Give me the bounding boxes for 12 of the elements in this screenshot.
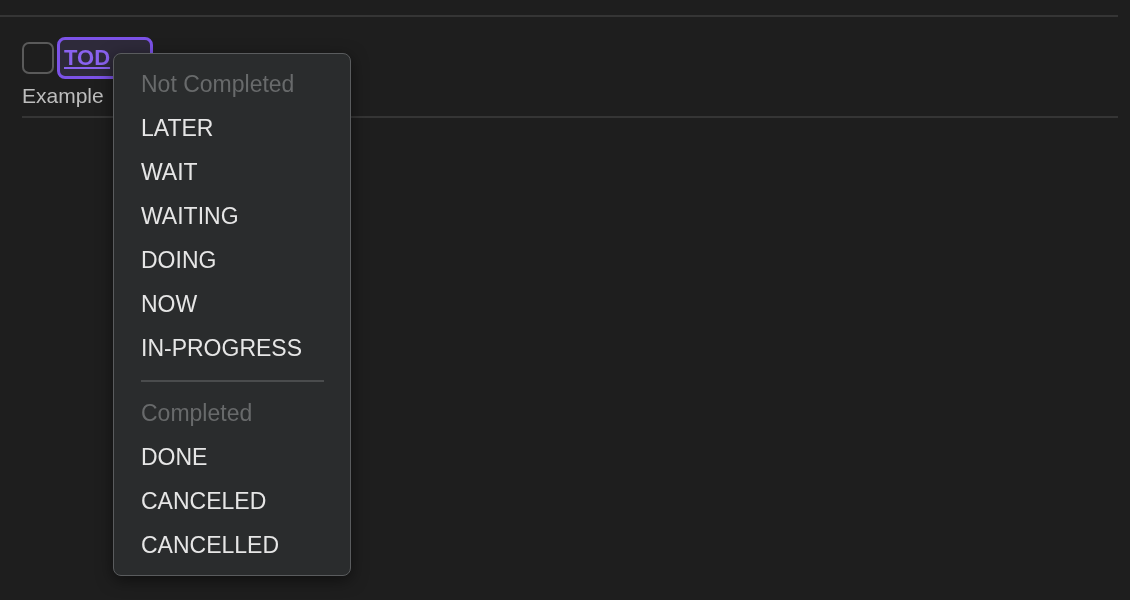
menu-item[interactable]: WAIT	[141, 158, 198, 186]
menu-item[interactable]: IN-PROGRESS	[141, 334, 303, 362]
menu-item[interactable]: WAITING	[141, 202, 239, 230]
menu-item[interactable]: NOW	[141, 290, 198, 318]
menu-item[interactable]: DOING	[141, 246, 217, 274]
checkbox[interactable]	[22, 42, 54, 74]
menu-item[interactable]: LATER	[141, 114, 214, 142]
menu-item[interactable]: CANCELLED	[141, 531, 280, 559]
menu-item[interactable]: CANCELED	[141, 487, 267, 515]
block-text: Example	[22, 84, 104, 107]
menu-group-heading: Completed	[141, 399, 253, 427]
menu-item[interactable]: DONE	[141, 443, 208, 471]
